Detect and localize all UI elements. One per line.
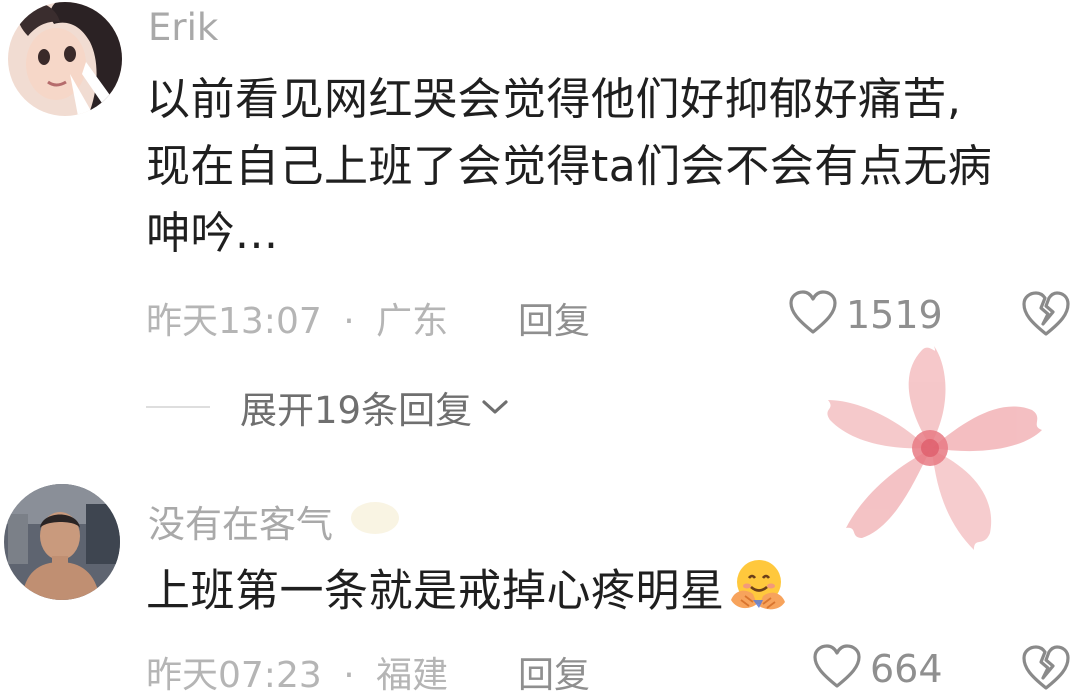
- comment-meta: 昨天13:07 · 广东: [146, 292, 448, 344]
- hugging-face-emoji: [727, 556, 787, 631]
- username[interactable]: 没有在客气: [148, 494, 333, 548]
- expand-replies-button[interactable]: 展开19条回复: [146, 380, 510, 434]
- avatar[interactable]: [4, 484, 120, 600]
- like-count: 664: [870, 647, 943, 691]
- comment-meta: 昨天07:23 · 福建: [146, 646, 448, 696]
- broken-heart-icon: [1022, 645, 1070, 690]
- username[interactable]: Erik: [148, 6, 218, 49]
- avatar[interactable]: [8, 2, 122, 116]
- comment-text: 上班第一条就是戒掉心疼明星: [146, 556, 1066, 631]
- meta-separator: ·: [343, 301, 355, 342]
- heart-outline-icon: [788, 290, 838, 340]
- meta-separator: ·: [343, 655, 355, 696]
- comment-text-line: 呻吟...: [146, 208, 279, 259]
- comment-item: 没有在客气 上班第一条就是戒掉心疼明星 昨天07:23 · 福建 回复 664: [0, 470, 1080, 696]
- comment-time: 昨天13:07: [146, 301, 322, 342]
- comment-text-content: 上班第一条就是戒掉心疼明星: [146, 565, 725, 617]
- reply-button[interactable]: 回复: [518, 646, 590, 696]
- comment-text-line: 现在自己上班了会觉得ta们会不会有点无病: [146, 141, 993, 192]
- comment-section: Erik 以前看见网红哭会觉得他们好抑郁好痛苦, 现在自己上班了会觉得ta们会不…: [0, 0, 1080, 696]
- dislike-button[interactable]: [1020, 290, 1072, 342]
- dislike-button[interactable]: [1020, 644, 1072, 696]
- heart-outline-icon: [812, 644, 862, 694]
- comment-text-line: 上班第一条就是戒掉心疼明星: [146, 556, 1066, 631]
- like-count: 1519: [846, 293, 943, 337]
- comment-location: 广东: [376, 301, 449, 342]
- broken-heart-icon: [1022, 291, 1070, 336]
- like-button[interactable]: 664: [812, 644, 943, 694]
- comment-time: 昨天07:23: [146, 655, 322, 696]
- reply-button[interactable]: 回复: [518, 292, 590, 344]
- expand-replies-label: 展开19条回复: [240, 389, 473, 432]
- comment-item: Erik 以前看见网红哭会觉得他们好抑郁好痛苦, 现在自己上班了会觉得ta们会不…: [0, 0, 1080, 360]
- sparkle-decoration: [345, 492, 405, 546]
- comment-text: 以前看见网红哭会觉得他们好抑郁好痛苦, 现在自己上班了会觉得ta们会不会有点无病…: [146, 66, 1066, 267]
- divider: [146, 406, 210, 408]
- chevron-down-icon: [480, 397, 510, 417]
- comment-text-line: 以前看见网红哭会觉得他们好抑郁好痛苦,: [146, 74, 962, 125]
- comment-location: 福建: [376, 655, 449, 696]
- like-button[interactable]: 1519: [788, 290, 943, 340]
